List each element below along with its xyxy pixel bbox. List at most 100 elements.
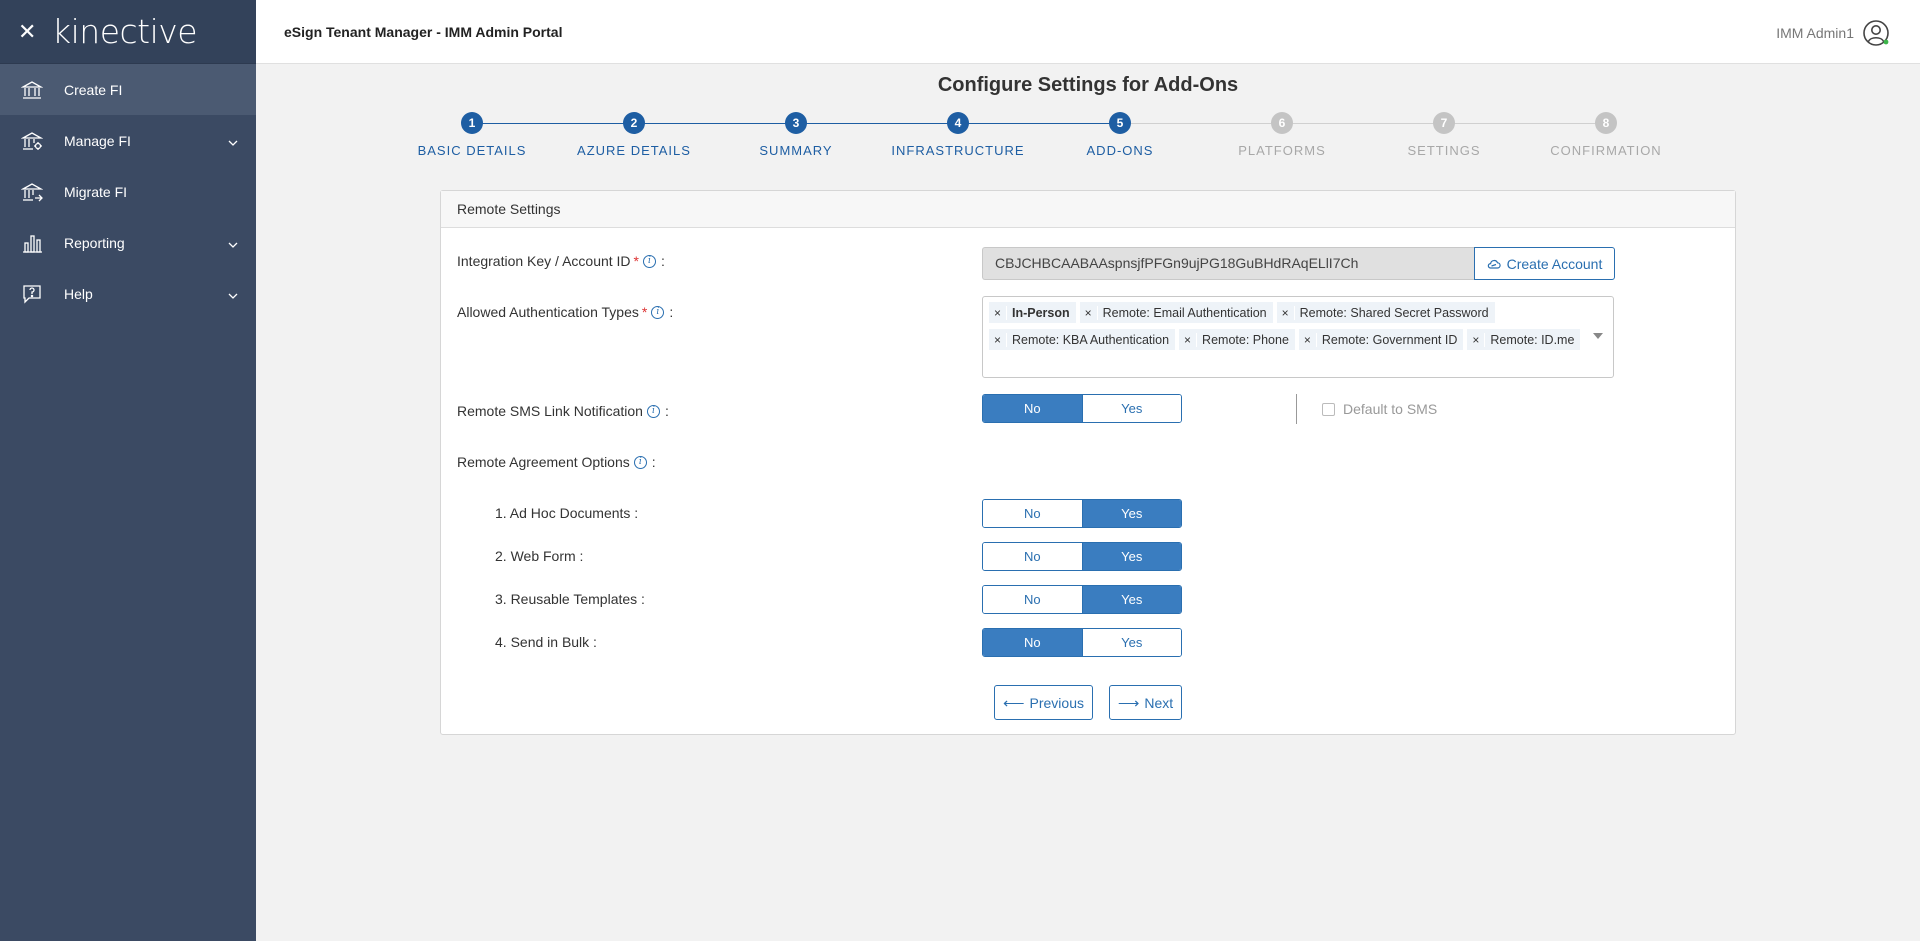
close-icon[interactable]: ✕	[18, 20, 38, 43]
remove-chip-icon[interactable]: ×	[1299, 332, 1317, 347]
integration-key-label: Integration Key / Account ID * i :	[457, 253, 665, 269]
toggle-no[interactable]: No	[983, 586, 1082, 613]
user-menu[interactable]: IMM Admin1	[1776, 19, 1890, 47]
auth-type-chip: × Remote: KBA Authentication	[989, 329, 1176, 350]
step-5[interactable]: 5 ADD-ONS	[1040, 112, 1200, 158]
default-to-sms-checkbox[interactable]	[1322, 402, 1335, 416]
wizard-stepper: 1 BASIC DETAILS 2 AZURE DETAILS 3 SUMMARY 4 INF…	[256, 112, 1920, 172]
auth-types-label-text: Allowed Authentication Types	[457, 304, 639, 320]
toggle-no[interactable]: No	[983, 500, 1082, 527]
card-title: Remote Settings	[441, 191, 1735, 228]
step-2[interactable]: 2 AZURE DETAILS	[554, 112, 714, 158]
reusable-templates-toggle[interactable]: No Yes	[982, 585, 1182, 614]
sidebar-item-create-fi[interactable]: Create FI	[0, 64, 256, 115]
sidebar-item-reporting[interactable]: Reporting	[0, 217, 256, 268]
auth-types-multiselect[interactable]: × In-Person × Remote: Email Authentication ×…	[982, 296, 1614, 378]
help-bubble-icon	[20, 282, 44, 306]
create-account-button[interactable]: Create Account	[1474, 247, 1615, 280]
previous-button[interactable]: ⟵ Previous	[994, 685, 1093, 720]
bar-chart-icon	[20, 231, 44, 255]
sidebar-item-help[interactable]: Help	[0, 268, 256, 319]
required-marker: *	[641, 304, 648, 320]
web-form-toggle[interactable]: No Yes	[982, 542, 1182, 571]
sidebar-item-label: Reporting	[64, 234, 125, 251]
required-marker: *	[633, 253, 639, 269]
user-avatar-icon[interactable]	[1862, 19, 1890, 47]
label-colon: :	[661, 253, 665, 269]
auth-types-label: Allowed Authentication Types * i :	[457, 304, 673, 320]
remove-chip-icon[interactable]: ×	[1179, 332, 1198, 347]
sidebar: ✕ kinective Create FI Manage FI Migrate FI…	[0, 0, 256, 941]
step-number: 5	[1109, 112, 1131, 134]
sms-notification-toggle[interactable]: No Yes	[982, 394, 1182, 423]
web-form-label: 2. Web Form :	[495, 548, 584, 564]
step-8: 8 CONFIRMATION	[1526, 112, 1686, 158]
step-6: 6 PLATFORMS	[1202, 112, 1362, 158]
remove-chip-icon[interactable]: ×	[1467, 332, 1486, 347]
step-number: 2	[623, 112, 645, 134]
send-in-bulk-label: 4. Send in Bulk :	[495, 634, 597, 650]
remove-chip-icon[interactable]: ×	[1277, 305, 1295, 320]
previous-label: Previous	[1029, 694, 1084, 711]
cloud-link-icon	[1487, 259, 1501, 269]
toggle-yes[interactable]: Yes	[1081, 500, 1181, 527]
step-label: CONFIRMATION	[1550, 143, 1662, 158]
chip-label: Remote: Email Authentication	[1102, 305, 1267, 320]
remove-chip-icon[interactable]: ×	[989, 305, 1007, 320]
step-3[interactable]: 3 SUMMARY	[716, 112, 876, 158]
toggle-yes[interactable]: Yes	[1081, 586, 1181, 613]
sidebar-item-label: Migrate FI	[64, 183, 128, 200]
send-in-bulk-toggle[interactable]: No Yes	[982, 628, 1182, 657]
bank-settings-icon	[20, 129, 44, 153]
agreement-options-label: Remote Agreement Options i :	[457, 454, 656, 470]
remote-settings-card: Remote Settings Integration Key / Accoun…	[440, 190, 1736, 735]
chevron-down-icon[interactable]	[228, 133, 238, 149]
user-name: IMM Admin1	[1776, 25, 1854, 41]
chip-label: Remote: Shared Secret Password	[1299, 305, 1489, 320]
info-icon[interactable]: i	[633, 455, 647, 469]
chip-label: Remote: Government ID	[1321, 332, 1458, 347]
sidebar-item-migrate-fi[interactable]: Migrate FI	[0, 166, 256, 217]
step-label: PLATFORMS	[1238, 143, 1326, 158]
ad-hoc-documents-toggle[interactable]: No Yes	[982, 499, 1182, 528]
step-label: BASIC DETAILS	[417, 143, 527, 158]
arrow-right-icon: ⟶	[1117, 694, 1140, 712]
toggle-yes[interactable]: Yes	[1081, 629, 1181, 656]
label-colon: :	[669, 304, 674, 320]
label-colon: :	[664, 403, 669, 419]
chip-label: Remote: KBA Authentication	[1012, 332, 1170, 347]
step-7: 7 SETTINGS	[1364, 112, 1524, 158]
step-number: 6	[1271, 112, 1293, 134]
info-icon[interactable]: i	[643, 254, 656, 268]
step-label: SUMMARY	[759, 143, 833, 158]
step-label: ADD-ONS	[1086, 143, 1154, 158]
remove-chip-icon[interactable]: ×	[1080, 305, 1098, 320]
selected-chips: × In-Person × Remote: Email Authentication ×…	[989, 301, 1589, 355]
step-number: 1	[461, 112, 483, 134]
top-bar: eSign Tenant Manager - IMM Admin Portal …	[256, 0, 1920, 64]
toggle-no[interactable]: No	[983, 629, 1082, 656]
step-1[interactable]: 1 BASIC DETAILS	[392, 112, 552, 158]
info-icon[interactable]: i	[646, 404, 660, 418]
auth-type-chip: × In-Person	[989, 302, 1076, 323]
page-title: Configure Settings for Add-Ons	[937, 74, 1239, 96]
next-button[interactable]: ⟶ Next	[1109, 685, 1182, 720]
dropdown-caret-icon[interactable]	[1593, 333, 1603, 339]
sidebar-item-manage-fi[interactable]: Manage FI	[0, 115, 256, 166]
toggle-yes[interactable]: Yes	[1081, 395, 1181, 422]
toggle-no[interactable]: No	[983, 543, 1082, 570]
chevron-down-icon[interactable]	[228, 286, 238, 302]
chevron-down-icon[interactable]	[228, 235, 238, 251]
sidebar-item-label: Create FI	[64, 81, 123, 98]
toggle-yes[interactable]: Yes	[1081, 543, 1181, 570]
default-to-sms-label: Default to SMS	[1343, 401, 1438, 417]
step-number: 4	[947, 112, 969, 134]
brand-bar: ✕ kinective	[0, 0, 256, 64]
default-to-sms[interactable]: Default to SMS	[1322, 401, 1437, 417]
auth-type-chip: × Remote: Email Authentication	[1079, 302, 1273, 323]
remove-chip-icon[interactable]: ×	[989, 332, 1007, 347]
step-4[interactable]: 4 INFRASTRUCTURE	[878, 112, 1038, 158]
info-icon[interactable]: i	[651, 305, 665, 319]
toggle-no[interactable]: No	[983, 395, 1082, 422]
brand-logo: kinective	[52, 12, 198, 51]
